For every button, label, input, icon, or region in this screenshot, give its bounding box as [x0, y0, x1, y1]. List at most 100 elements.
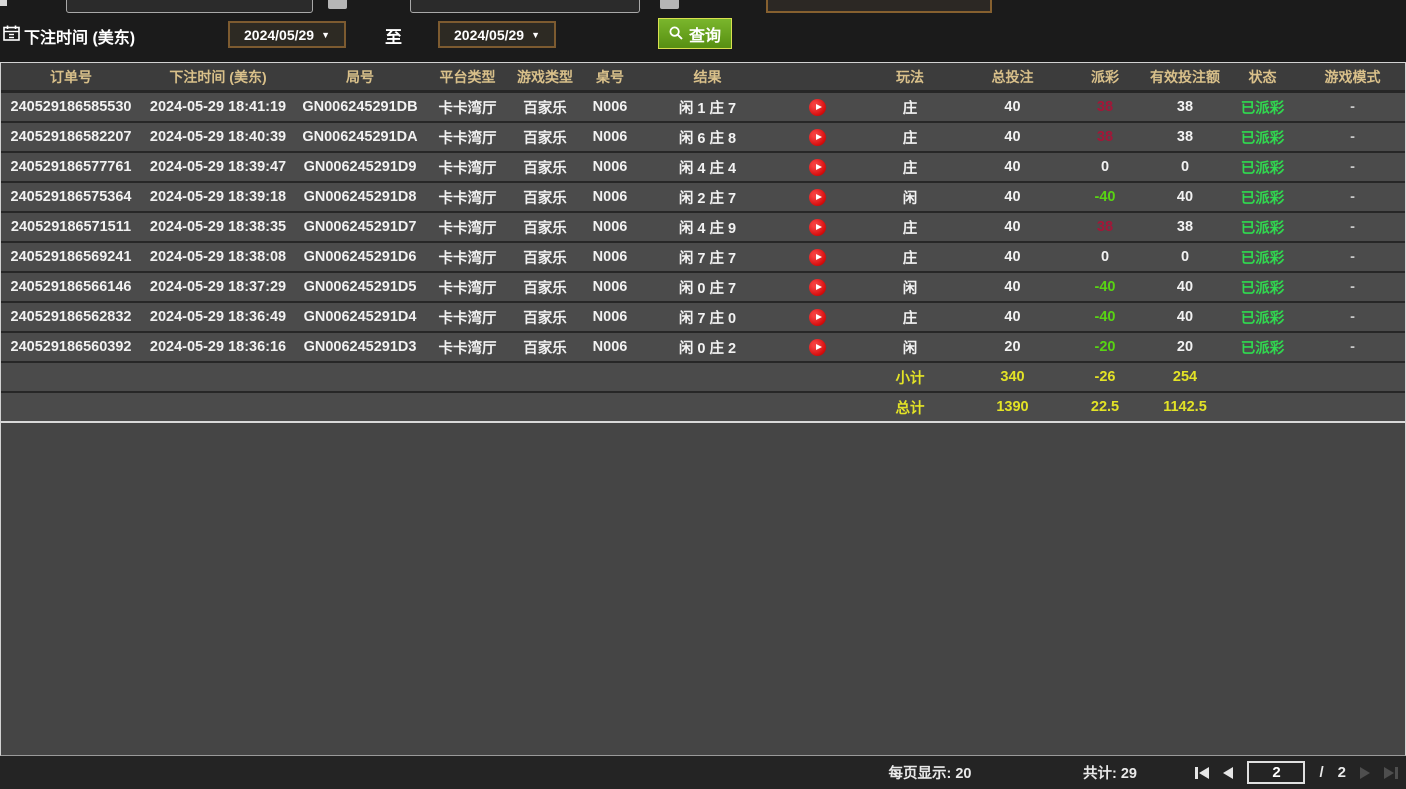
- cell-result: 闲 7 庄 0: [640, 307, 775, 328]
- play-video-icon[interactable]: [775, 189, 860, 206]
- cell-play: 闲: [860, 337, 960, 358]
- play-video-icon[interactable]: [775, 99, 860, 116]
- filter-input-1[interactable]: [66, 0, 313, 13]
- cell-status: 已派彩: [1225, 127, 1300, 148]
- subtotal-row: 小计 340 -26 254: [1, 363, 1405, 393]
- query-button-label: 查询: [689, 22, 721, 46]
- cell-result: 闲 0 庄 7: [640, 277, 775, 298]
- col-header-round-id: 局号: [295, 67, 425, 87]
- cell-round-id: GN006245291DB: [295, 99, 425, 115]
- cell-result: 闲 4 庄 9: [640, 217, 775, 238]
- cell-valid-bet: 38: [1145, 219, 1225, 235]
- cell-total-bet: 40: [960, 279, 1065, 295]
- cell-total-bet: 40: [960, 159, 1065, 175]
- cell-payout: 0: [1065, 249, 1145, 265]
- cell-round-id: GN006245291D7: [295, 219, 425, 235]
- cell-payout: -40: [1065, 309, 1145, 325]
- cell-result: 闲 0 庄 2: [640, 337, 775, 358]
- cell-game-mode: -: [1300, 99, 1405, 115]
- cell-play: 庄: [860, 307, 960, 328]
- query-button[interactable]: 查询: [658, 18, 732, 49]
- cell-platform: 卡卡湾厅: [425, 337, 510, 358]
- table-row: 2405291865715112024-05-29 18:38:35GN0062…: [1, 213, 1405, 243]
- cell-valid-bet: 0: [1145, 249, 1225, 265]
- table-row: 2405291865628322024-05-29 18:36:49GN0062…: [1, 303, 1405, 333]
- cell-status: 已派彩: [1225, 157, 1300, 178]
- chevron-down-icon: ▼: [531, 30, 540, 40]
- cell-payout: 38: [1065, 129, 1145, 145]
- play-video-icon[interactable]: [775, 249, 860, 266]
- play-video-icon[interactable]: [775, 339, 860, 356]
- cell-game-type: 百家乐: [510, 277, 580, 298]
- cell-payout: -40: [1065, 279, 1145, 295]
- play-video-icon[interactable]: [775, 159, 860, 176]
- col-header-game-mode: 游戏模式: [1300, 67, 1405, 87]
- filter-checkbox-2[interactable]: [660, 0, 679, 9]
- col-header-game-type: 游戏类型: [510, 67, 580, 87]
- cell-round-id: GN006245291DA: [295, 129, 425, 145]
- cutoff-icon: [0, 0, 7, 6]
- play-video-icon[interactable]: [775, 279, 860, 296]
- cell-bet-time: 2024-05-29 18:38:08: [141, 249, 295, 265]
- cell-table-no: N006: [580, 159, 640, 175]
- cell-status: 已派彩: [1225, 307, 1300, 328]
- cell-game-mode: -: [1300, 129, 1405, 145]
- cell-bet-time: 2024-05-29 18:36:49: [141, 309, 295, 325]
- grand-total-row: 总计 1390 22.5 1142.5: [1, 393, 1405, 423]
- cell-platform: 卡卡湾厅: [425, 97, 510, 118]
- col-header-order-id: 订单号: [1, 67, 141, 87]
- grand-total-label: 总计: [860, 397, 960, 418]
- cell-platform: 卡卡湾厅: [425, 157, 510, 178]
- cell-game-type: 百家乐: [510, 97, 580, 118]
- cell-status: 已派彩: [1225, 187, 1300, 208]
- filter-form: 下注时间 (美东) 2024/05/29 ▼ 至 2024/05/29 ▼ 查询: [0, 0, 1406, 62]
- total-count-label: 共计: 29: [1055, 762, 1165, 783]
- cell-platform: 卡卡湾厅: [425, 217, 510, 238]
- cell-status: 已派彩: [1225, 217, 1300, 238]
- per-page-label: 每页显示: 20: [860, 762, 1000, 783]
- cell-valid-bet: 20: [1145, 339, 1225, 355]
- date-filter-row: 下注时间 (美东) 2024/05/29 ▼ 至 2024/05/29 ▼ 查询: [0, 18, 1406, 50]
- play-video-icon[interactable]: [775, 219, 860, 236]
- cell-payout: 38: [1065, 99, 1145, 115]
- cell-round-id: GN006245291D9: [295, 159, 425, 175]
- cell-table-no: N006: [580, 99, 640, 115]
- cell-valid-bet: 40: [1145, 189, 1225, 205]
- date-range-to-label: 至: [385, 23, 402, 48]
- table-row: 2405291865777612024-05-29 18:39:47GN0062…: [1, 153, 1405, 183]
- cell-order-id: 240529186582207: [1, 129, 141, 145]
- cell-payout: -40: [1065, 189, 1145, 205]
- cell-platform: 卡卡湾厅: [425, 277, 510, 298]
- col-header-valid-bet: 有效投注额: [1145, 67, 1225, 87]
- next-page-button[interactable]: [1360, 767, 1370, 779]
- col-header-payout: 派彩: [1065, 67, 1145, 87]
- cell-order-id: 240529186569241: [1, 249, 141, 265]
- play-video-icon[interactable]: [775, 129, 860, 146]
- cell-game-mode: -: [1300, 159, 1405, 175]
- cell-total-bet: 40: [960, 309, 1065, 325]
- cell-game-mode: -: [1300, 279, 1405, 295]
- cell-status: 已派彩: [1225, 337, 1300, 358]
- last-page-button[interactable]: [1384, 767, 1398, 779]
- cell-total-bet: 40: [960, 219, 1065, 235]
- cell-bet-time: 2024-05-29 18:36:16: [141, 339, 295, 355]
- filter-input-2[interactable]: [410, 0, 640, 13]
- subtotal-label: 小计: [860, 367, 960, 388]
- cell-platform: 卡卡湾厅: [425, 187, 510, 208]
- filter-dropdown[interactable]: [766, 0, 992, 13]
- filter-checkbox-1[interactable]: [328, 0, 347, 9]
- cell-status: 已派彩: [1225, 277, 1300, 298]
- cell-bet-time: 2024-05-29 18:38:35: [141, 219, 295, 235]
- first-page-button[interactable]: [1195, 767, 1209, 779]
- page-number-input[interactable]: 2: [1247, 761, 1305, 784]
- play-video-icon[interactable]: [775, 309, 860, 326]
- cell-valid-bet: 38: [1145, 99, 1225, 115]
- subtotal-total-bet: 340: [960, 369, 1065, 385]
- cell-bet-time: 2024-05-29 18:37:29: [141, 279, 295, 295]
- prev-page-button[interactable]: [1223, 767, 1233, 779]
- cell-valid-bet: 0: [1145, 159, 1225, 175]
- table-row: 2405291865661462024-05-29 18:37:29GN0062…: [1, 273, 1405, 303]
- date-from-picker[interactable]: 2024/05/29 ▼: [228, 21, 346, 48]
- table-body: 2405291865855302024-05-29 18:41:19GN0062…: [1, 93, 1405, 363]
- date-to-picker[interactable]: 2024/05/29 ▼: [438, 21, 556, 48]
